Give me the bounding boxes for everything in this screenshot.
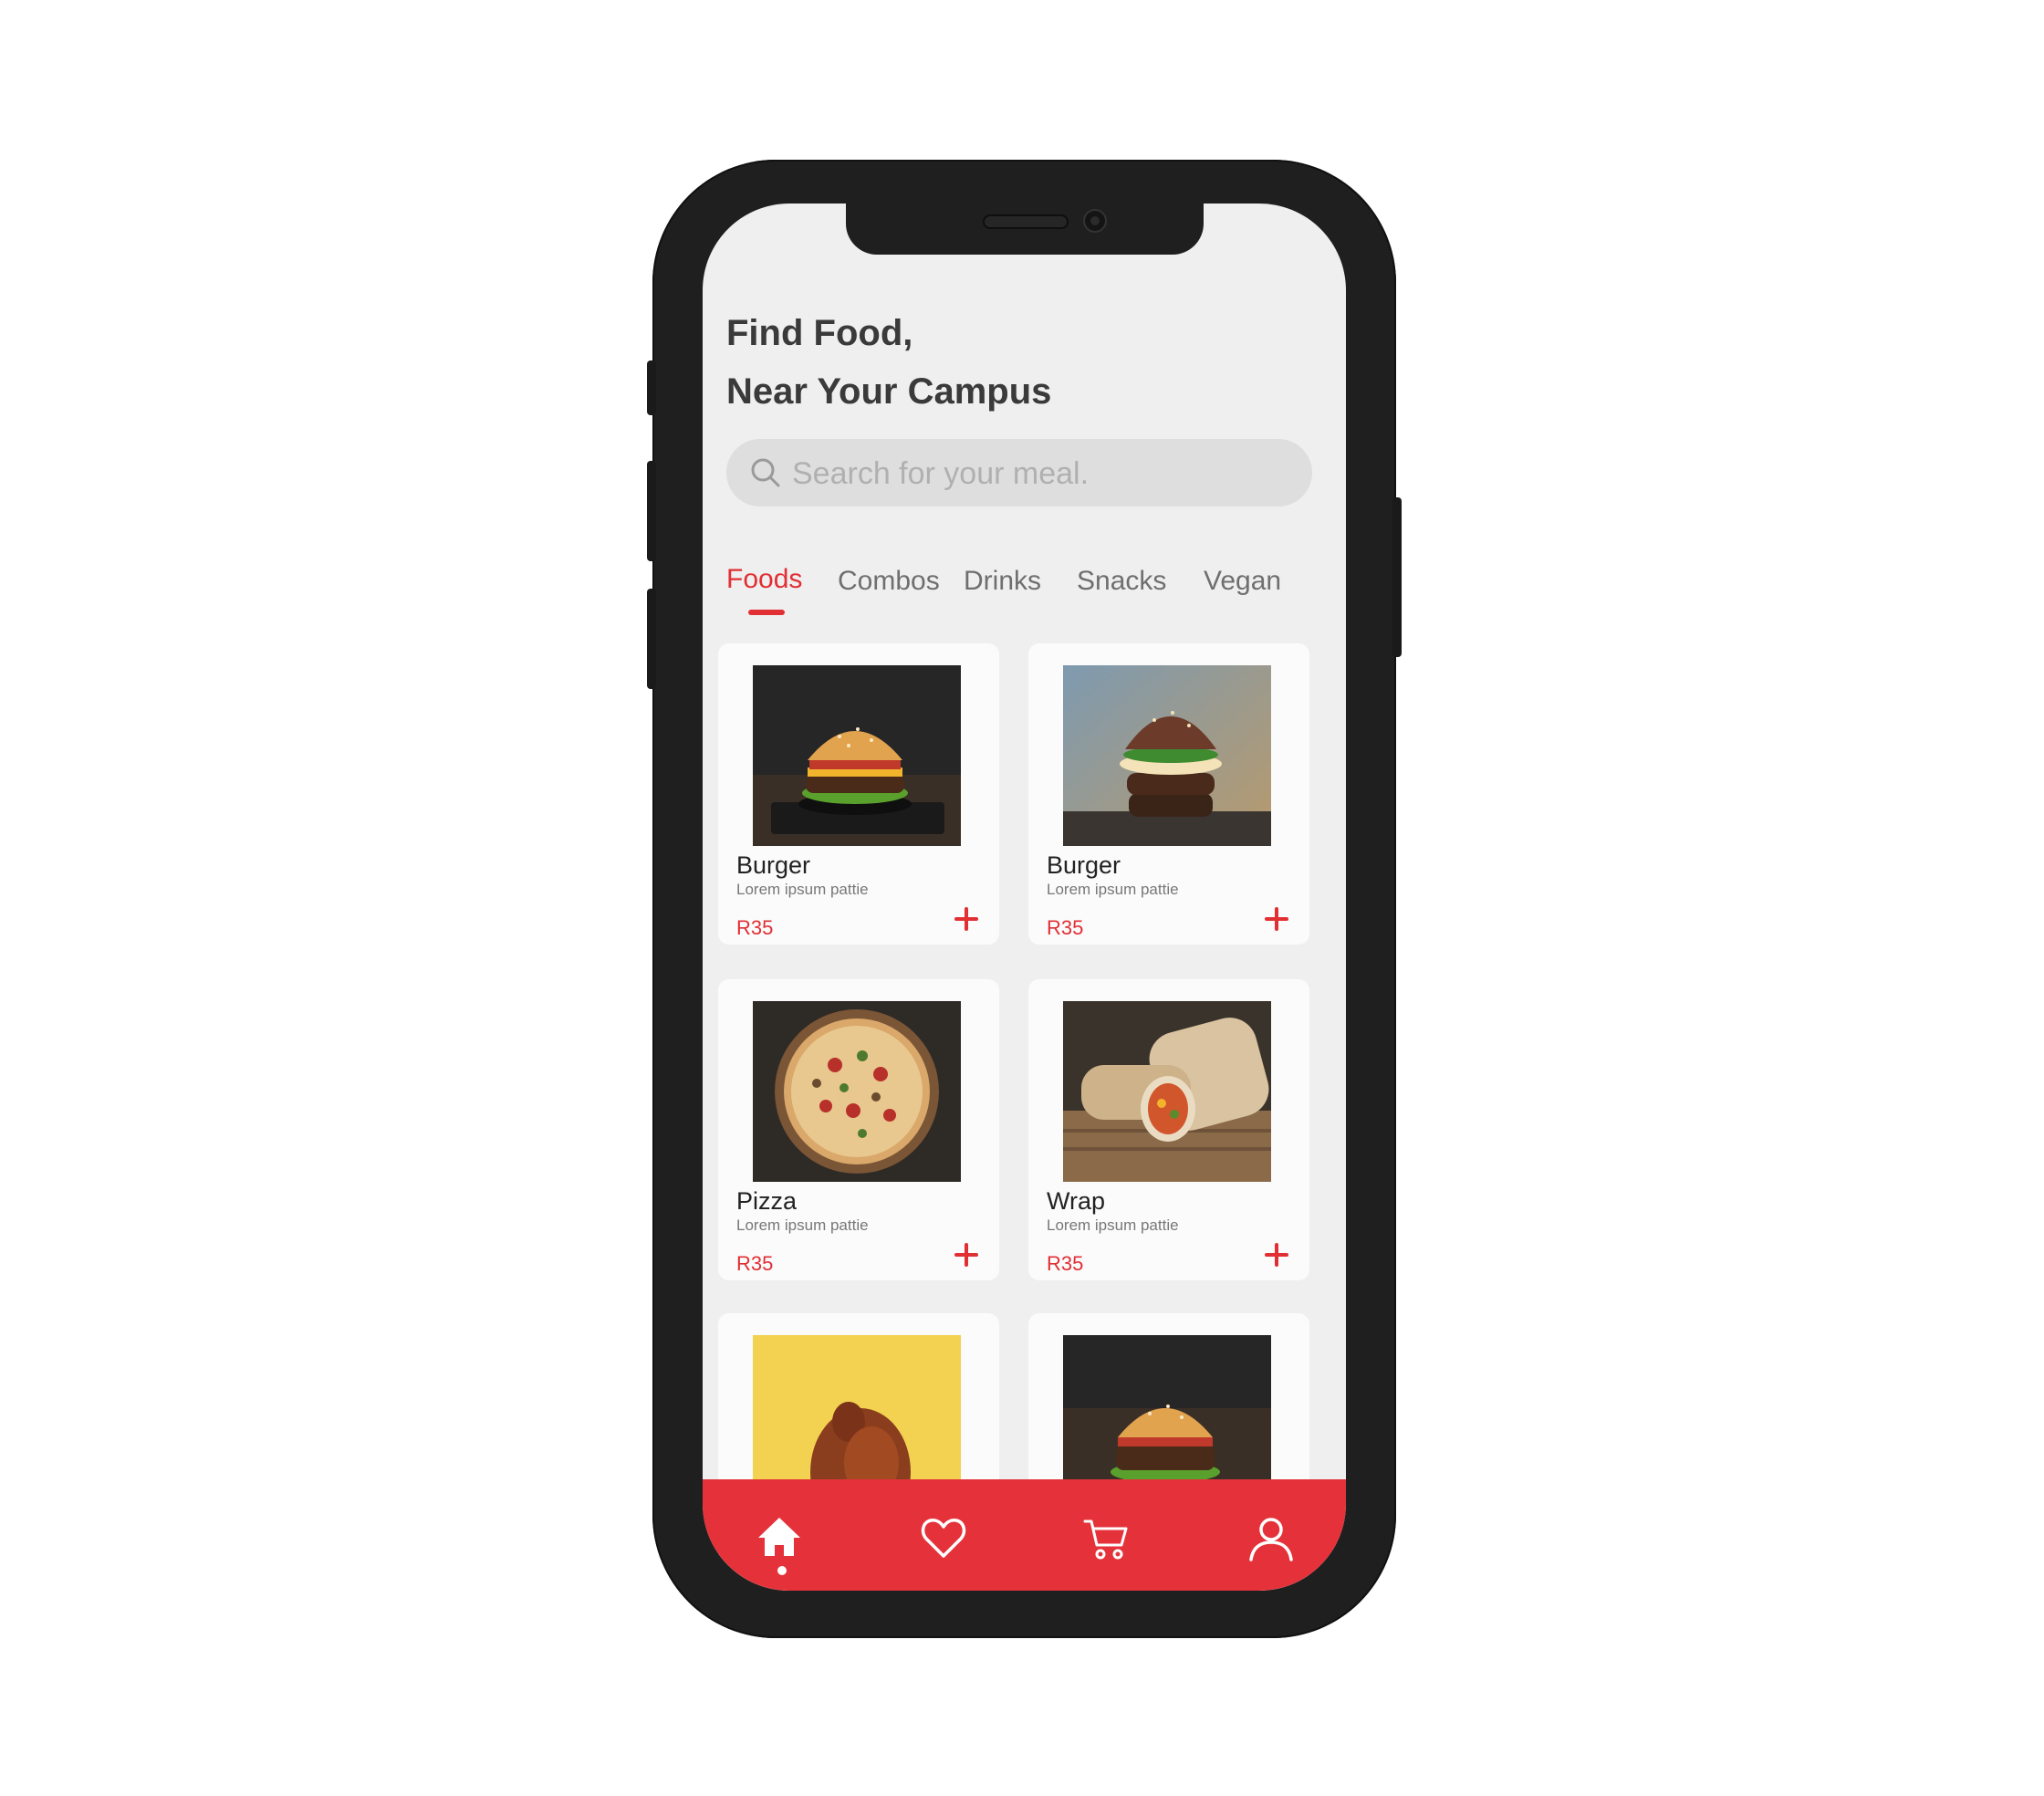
product-card[interactable]: Burger Lorem ipsum pattie R35 [1028, 643, 1309, 945]
pizza-image [753, 1001, 961, 1182]
bottom-nav [703, 1479, 1346, 1591]
heart-icon[interactable] [919, 1514, 968, 1563]
home-icon[interactable] [755, 1514, 804, 1563]
title-line-1: Find Food, [726, 313, 913, 353]
active-tab-indicator [748, 610, 785, 615]
plus-icon[interactable] [1264, 906, 1289, 932]
product-price: R35 [736, 916, 774, 939]
product-name: Pizza [736, 1187, 798, 1215]
burger-image [753, 665, 961, 846]
speaker [983, 214, 1069, 229]
product-description: Lorem ipsum pattie [1047, 881, 1179, 898]
front-camera [1083, 209, 1107, 233]
tab-vegan[interactable]: Vegan [1204, 566, 1281, 597]
product-price: R35 [1047, 1252, 1084, 1275]
plus-icon[interactable] [1264, 1242, 1289, 1268]
product-card[interactable]: Pizza Lorem ipsum pattie R35 [718, 979, 999, 1280]
mute-switch [647, 360, 656, 415]
tab-foods[interactable]: Foods [726, 564, 802, 595]
user-icon[interactable] [1246, 1514, 1296, 1563]
product-price: R35 [1047, 916, 1084, 939]
product-name: Burger [736, 851, 811, 879]
product-description: Lorem ipsum pattie [1047, 1216, 1179, 1234]
page-title: Find Food, Near Your Campus [726, 304, 1051, 421]
power-button [1392, 497, 1402, 657]
search-bar[interactable] [726, 439, 1312, 508]
tab-combos[interactable]: Combos [838, 566, 940, 597]
wrap-image [1063, 1001, 1271, 1182]
burger-image [1063, 665, 1271, 846]
title-line-2: Near Your Campus [726, 371, 1052, 412]
product-price: R35 [736, 1252, 774, 1275]
product-description: Lorem ipsum pattie [736, 881, 869, 898]
product-name: Burger [1047, 851, 1121, 879]
app-screen: Find Food, Near Your Campus Foods Combos… [703, 204, 1346, 1591]
active-nav-indicator [777, 1566, 787, 1575]
plus-icon[interactable] [954, 1242, 979, 1268]
tab-snacks[interactable]: Snacks [1077, 566, 1166, 597]
product-name: Wrap [1047, 1187, 1106, 1215]
notch [846, 204, 1204, 255]
category-tabs: Foods Combos Drinks Snacks Vegan [726, 564, 1319, 619]
search-input[interactable] [790, 439, 1287, 508]
product-card[interactable]: Burger Lorem ipsum pattie R35 [718, 643, 999, 945]
search-icon [751, 458, 780, 487]
cart-icon[interactable] [1081, 1514, 1131, 1563]
product-description: Lorem ipsum pattie [736, 1216, 869, 1234]
tab-drinks[interactable]: Drinks [964, 566, 1041, 597]
volume-down-button [647, 589, 656, 689]
volume-up-button [647, 461, 656, 561]
plus-icon[interactable] [954, 906, 979, 932]
product-card[interactable]: Wrap Lorem ipsum pattie R35 [1028, 979, 1309, 1280]
phone-frame: Find Food, Near Your Campus Foods Combos… [647, 160, 1402, 1638]
